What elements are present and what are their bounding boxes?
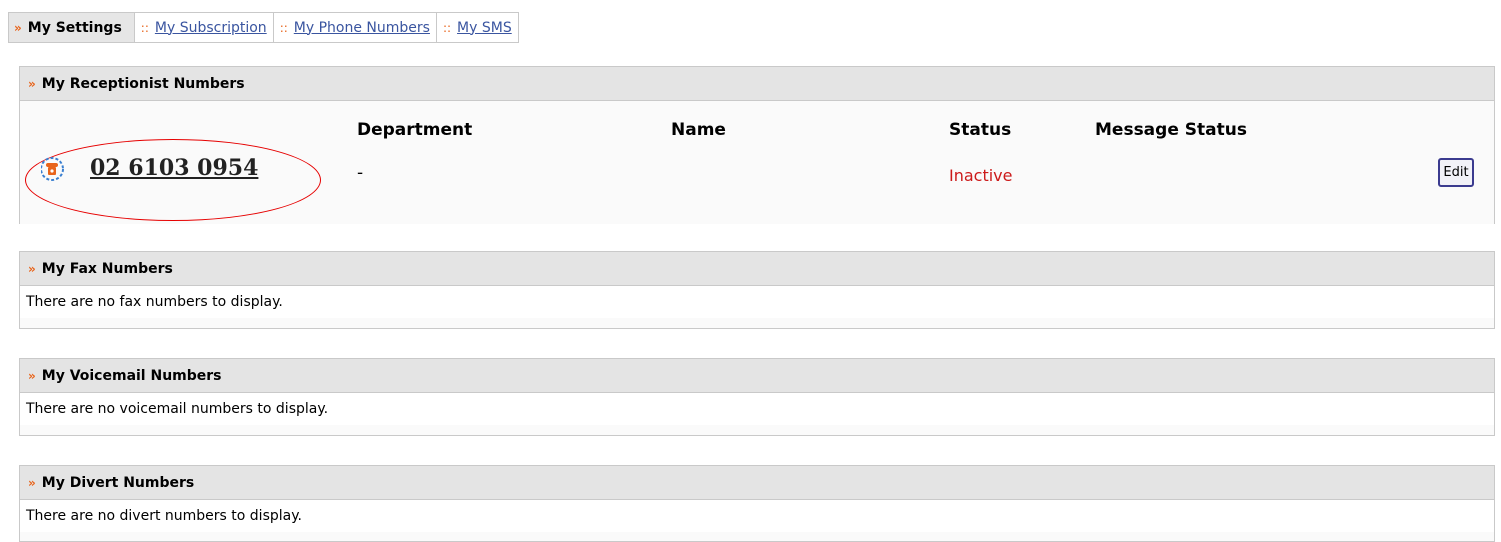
panel-header: » My Voicemail Numbers <box>20 359 1494 393</box>
tab-marker: :: <box>140 20 149 35</box>
tab-marker: » <box>14 20 22 35</box>
column-header-status: Status <box>949 120 1012 140</box>
tab-marker: :: <box>442 20 452 35</box>
panel-header: » My Fax Numbers <box>20 252 1494 286</box>
section-marker-icon: » <box>28 76 36 91</box>
panel-title: My Receptionist Numbers <box>41 75 245 92</box>
panel-title: My Divert Numbers <box>41 474 195 491</box>
tab-marker: :: <box>279 20 288 35</box>
tab-link[interactable]: My SMS <box>457 20 512 36</box>
tab-my-settings[interactable]: » My Settings <box>8 12 135 43</box>
tab-bar: » My Settings :: My Subscription :: My P… <box>8 12 519 45</box>
tab-my-phone-numbers[interactable]: :: My Phone Numbers <box>272 12 437 43</box>
empty-message: There are no voicemail numbers to displa… <box>20 393 1494 425</box>
panel-header: » My Receptionist Numbers <box>20 67 1494 101</box>
receptionist-number-link[interactable]: 02 6103 0954 <box>90 155 258 181</box>
tab-my-sms[interactable]: :: My SMS <box>435 12 519 43</box>
receptionist-table: Department Name Status Message Status 02… <box>20 101 1494 224</box>
phone-icon <box>40 156 65 182</box>
status-value: Inactive <box>949 166 1013 185</box>
column-header-department: Department <box>357 120 473 140</box>
empty-message: There are no divert numbers to display. <box>20 500 1494 532</box>
panel-header: » My Divert Numbers <box>20 466 1494 500</box>
empty-message: There are no fax numbers to display. <box>20 286 1494 318</box>
department-value: - <box>357 163 364 183</box>
tab-link[interactable]: My Phone Numbers <box>294 20 430 36</box>
section-marker-icon: » <box>28 368 36 383</box>
settings-page: » My Settings :: My Subscription :: My P… <box>0 0 1501 542</box>
receptionist-numbers-panel: » My Receptionist Numbers Department Nam… <box>19 66 1495 224</box>
tab-label: My Settings <box>27 19 122 36</box>
fax-numbers-panel: » My Fax Numbers There are no fax number… <box>19 251 1495 329</box>
section-marker-icon: » <box>28 261 36 276</box>
column-header-message-status: Message Status <box>1095 120 1247 140</box>
section-marker-icon: » <box>28 475 36 490</box>
tab-link[interactable]: My Subscription <box>155 20 267 36</box>
panel-title: My Fax Numbers <box>41 260 173 277</box>
tab-my-subscription[interactable]: :: My Subscription <box>133 12 274 43</box>
edit-button[interactable]: Edit <box>1438 158 1474 187</box>
column-header-name: Name <box>671 120 726 140</box>
panel-title: My Voicemail Numbers <box>41 367 222 384</box>
voicemail-numbers-panel: » My Voicemail Numbers There are no voic… <box>19 358 1495 436</box>
divert-numbers-panel: » My Divert Numbers There are no divert … <box>19 465 1495 542</box>
